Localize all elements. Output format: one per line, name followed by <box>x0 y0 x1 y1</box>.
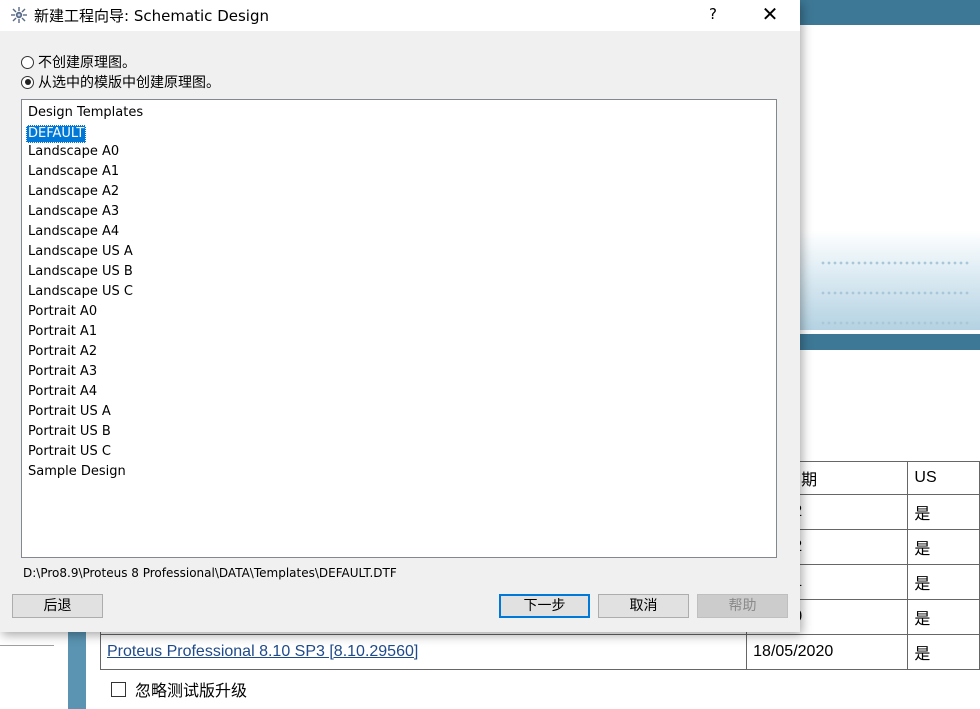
cancel-button[interactable]: 取消 <box>598 594 689 618</box>
template-item[interactable]: Sample Design <box>26 463 128 483</box>
template-item[interactable]: Portrait A3 <box>26 363 99 383</box>
template-item[interactable]: DEFAULT <box>26 125 87 143</box>
template-list: DEFAULT Landscape A0 Landscape A1 Landscape… <box>26 125 135 483</box>
table-cell-us: 是 <box>907 529 980 565</box>
table-cell-us: 是 <box>907 564 980 600</box>
template-item[interactable]: Landscape A2 <box>26 183 121 203</box>
option-no-schematic[interactable]: 不创建原理图。 <box>21 52 136 72</box>
template-item[interactable]: Landscape A3 <box>26 203 121 223</box>
background-side-bar <box>68 630 86 709</box>
option-from-template-label: 从选中的模版中创建原理图。 <box>38 75 220 91</box>
table-row: Proteus Professional 8.10 SP3 [8.10.2956… <box>99 634 980 670</box>
background-header-bar <box>800 0 980 25</box>
template-tree[interactable]: Design Templates DEFAULT Landscape A0 Land… <box>21 99 777 558</box>
template-item[interactable]: Portrait A4 <box>26 383 99 403</box>
option-no-schematic-label: 不创建原理图。 <box>38 55 136 71</box>
new-project-wizard-dialog: 新建工程向导: Schematic Design ? ✕ 不创建原理图。 从选中… <box>0 0 800 632</box>
close-icon[interactable]: ✕ <box>755 2 785 28</box>
template-item[interactable]: Landscape A1 <box>26 163 121 183</box>
table-cell-us: 是 <box>907 599 980 635</box>
dialog-title: 新建工程向导: Schematic Design <box>34 7 269 25</box>
column-header-us: US <box>907 461 980 495</box>
table-cell-name: Proteus Professional 8.10 SP3 [8.10.2956… <box>99 634 748 670</box>
template-item[interactable]: Portrait US C <box>26 443 113 463</box>
template-item[interactable]: Landscape A4 <box>26 223 121 243</box>
background-divider <box>0 645 54 646</box>
table-cell-us: 是 <box>907 494 980 530</box>
radio-no-schematic[interactable] <box>21 55 34 69</box>
template-item[interactable]: Landscape US A <box>26 243 135 263</box>
template-path: D:\Pro8.9\Proteus 8 Professional\DATA\Te… <box>23 566 397 580</box>
proteus-app-icon <box>11 7 27 23</box>
template-item[interactable]: Landscape A0 <box>26 143 121 163</box>
tree-root-label: Design Templates <box>28 105 144 120</box>
next-button[interactable]: 下一步 <box>499 594 590 618</box>
ignore-beta-option[interactable]: 忽略测试版升级 <box>111 677 247 701</box>
dialog-titlebar[interactable]: 新建工程向导: Schematic Design ? ✕ <box>0 0 800 31</box>
table-cell-date: 18/05/2020 <box>746 634 909 670</box>
release-link[interactable]: Proteus Professional 8.10 SP3 [8.10.2956… <box>107 643 418 660</box>
option-from-template[interactable]: 从选中的模版中创建原理图。 <box>21 72 220 92</box>
template-item[interactable]: Portrait A1 <box>26 323 99 343</box>
radio-from-template[interactable] <box>21 75 34 89</box>
template-item[interactable]: Portrait US A <box>26 403 113 423</box>
back-button[interactable]: 后退 <box>12 594 103 618</box>
template-item[interactable]: Portrait A0 <box>26 303 99 323</box>
background-banner-image <box>800 230 980 330</box>
template-item[interactable]: Portrait A2 <box>26 343 99 363</box>
template-item[interactable]: Landscape US C <box>26 283 135 303</box>
table-cell-us: 是 <box>907 634 980 670</box>
background-banner-bar <box>800 334 980 350</box>
template-item[interactable]: Portrait US B <box>26 423 113 443</box>
help-button[interactable]: 帮助 <box>697 594 788 618</box>
template-item[interactable]: Landscape US B <box>26 263 135 283</box>
help-icon[interactable]: ? <box>700 2 726 28</box>
ignore-beta-checkbox[interactable] <box>111 681 126 697</box>
ignore-beta-label: 忽略测试版升级 <box>135 683 248 700</box>
